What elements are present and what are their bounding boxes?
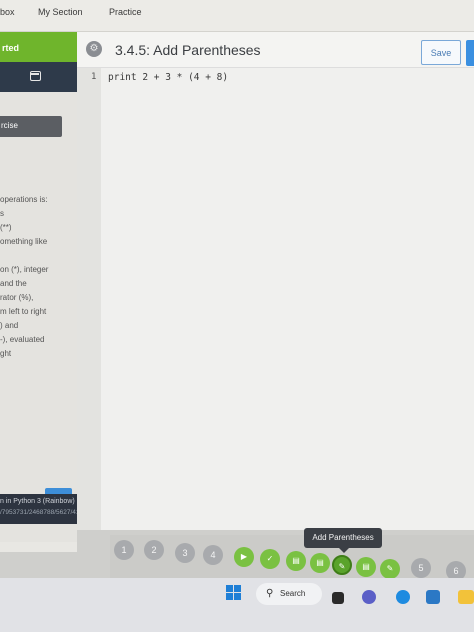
progress-item-3[interactable]: 3 xyxy=(175,543,195,563)
exercise-title: 3.4.5: Add Parentheses xyxy=(115,42,261,58)
top-nav: box My Section Practice xyxy=(0,0,474,32)
instruction-line: omething like xyxy=(0,237,48,246)
teams-icon[interactable] xyxy=(362,590,376,604)
document-icon[interactable]: ▤ xyxy=(310,553,330,573)
task-view-icon[interactable] xyxy=(332,592,344,604)
instruction-line: (**) xyxy=(0,223,12,232)
search-icon: ⚲ xyxy=(266,588,274,599)
course-title: n in Python 3 (Rainbow) xyxy=(0,498,75,505)
nav-item-my-section[interactable]: My Section xyxy=(38,7,83,17)
taskbar: ⚲ Search xyxy=(0,578,474,632)
check-icon[interactable]: ✓ xyxy=(260,549,280,569)
document-icon[interactable]: ▤ xyxy=(286,551,306,571)
file-explorer-icon[interactable] xyxy=(458,590,474,604)
progress-item-4[interactable]: 4 xyxy=(203,545,223,565)
search-label: Search xyxy=(280,589,306,598)
video-icon[interactable]: ▶ xyxy=(234,547,254,567)
progress-bar: 1 2 3 4 ▶ ✓ ▤ ▤ ✎ ▤ ✎ 5 6 xyxy=(110,535,474,581)
instruction-line: ) and xyxy=(0,321,19,330)
course-path: /7953731/2468788/5627/4114 xyxy=(0,509,87,516)
instruction-line: operations is: xyxy=(0,195,48,204)
instruction-line: on (*), integer xyxy=(0,265,49,274)
nav-item-sandbox[interactable]: box xyxy=(0,7,15,17)
progress-item-5[interactable]: 5 xyxy=(411,558,431,578)
taskbar-search[interactable]: ⚲ Search xyxy=(256,583,322,605)
nav-item-practice[interactable]: Practice xyxy=(109,7,142,17)
code-editor[interactable]: print 2 + 3 * (4 + 8) xyxy=(101,68,474,530)
exercise-button[interactable]: rcise xyxy=(0,116,62,137)
calendar-icon[interactable] xyxy=(30,71,41,81)
line-number: 1 xyxy=(91,72,97,82)
status-banner: rted xyxy=(0,32,77,62)
sidebar-content xyxy=(0,92,77,542)
document-icon[interactable]: ▤ xyxy=(356,557,376,577)
store-icon[interactable] xyxy=(426,590,440,604)
pencil-icon[interactable]: ✎ xyxy=(380,559,400,579)
sidebar: rted rcise operations is: s (**) omethin… xyxy=(0,32,77,552)
code-line[interactable]: print 2 + 3 * (4 + 8) xyxy=(108,72,228,83)
pencil-icon-active[interactable]: ✎ xyxy=(332,555,352,575)
progress-item-2[interactable]: 2 xyxy=(144,540,164,560)
tooltip: Add Parentheses xyxy=(304,528,382,553)
progress-item-1[interactable]: 1 xyxy=(114,540,134,560)
instruction-line: ght xyxy=(0,349,12,358)
instruction-line: m left to right xyxy=(0,307,47,316)
line-gutter: 1 xyxy=(77,68,101,530)
gear-icon[interactable]: ⚙ xyxy=(86,41,102,57)
instruction-line: and the xyxy=(0,279,27,288)
instruction-line: -), evaluated xyxy=(0,335,45,344)
run-button[interactable] xyxy=(466,40,474,66)
instruction-line: s xyxy=(0,209,4,218)
windows-start-icon[interactable] xyxy=(226,585,242,601)
instruction-line: rator (%), xyxy=(0,293,34,302)
edge-icon[interactable] xyxy=(396,590,410,604)
editor-header: ⚙ 3.4.5: Add Parentheses Save xyxy=(77,32,474,68)
save-button[interactable]: Save xyxy=(421,40,461,65)
